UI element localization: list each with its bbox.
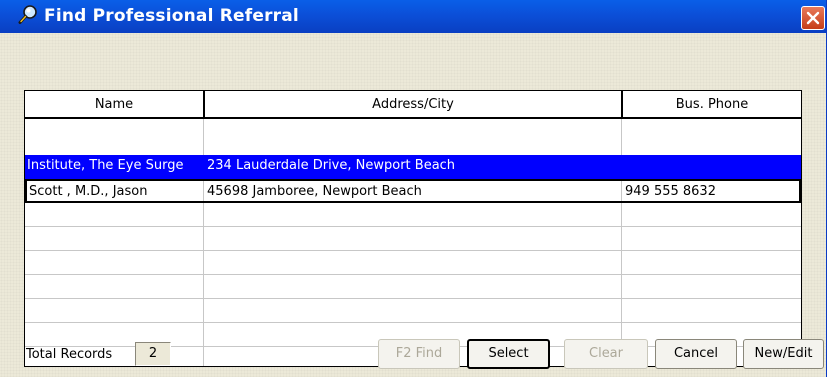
dialog-body: Name Address/City Bus. Phone Institute, … <box>0 33 826 377</box>
new-edit-button[interactable]: New/Edit <box>743 339 824 369</box>
column-header-phone[interactable]: Bus. Phone <box>623 91 801 117</box>
total-records-value: 2 <box>135 342 171 366</box>
clear-button[interactable]: Clear <box>564 339 648 369</box>
window-title: Find Professional Referral <box>44 6 299 26</box>
close-icon <box>806 11 820 25</box>
close-button[interactable] <box>801 6 825 30</box>
table-row-empty[interactable] <box>25 299 801 323</box>
cell-phone: 949 555 8632 <box>625 184 716 199</box>
select-button-label: Select <box>488 346 529 361</box>
search-magnifier-icon <box>18 4 40 26</box>
column-header-address[interactable]: Address/City <box>205 91 621 117</box>
table-row[interactable]: Scott , M.D., Jason 45698 Jamboree, Newp… <box>25 179 801 203</box>
find-referral-window: Find Professional Referral Name Address/… <box>0 0 827 377</box>
results-grid[interactable]: Name Address/City Bus. Phone Institute, … <box>24 90 802 367</box>
cancel-button[interactable]: Cancel <box>655 339 737 369</box>
column-header-name[interactable]: Name <box>25 91 203 117</box>
select-button[interactable]: Select <box>467 339 550 369</box>
cell-name: Institute, The Eye Surge <box>27 158 184 173</box>
cell-address: 234 Lauderdale Drive, Newport Beach <box>207 158 456 173</box>
table-row-empty[interactable] <box>25 275 801 299</box>
cell-address: 45698 Jamboree, Newport Beach <box>207 184 422 199</box>
total-records-label: Total Records <box>26 347 113 362</box>
cell-phone <box>623 155 801 179</box>
table-row-empty[interactable] <box>25 227 801 251</box>
title-bar[interactable]: Find Professional Referral <box>0 0 826 33</box>
table-row-empty[interactable] <box>25 251 801 275</box>
grid-header: Name Address/City Bus. Phone <box>25 91 801 119</box>
find-button[interactable]: F2 Find <box>378 339 460 369</box>
table-row-empty[interactable] <box>25 203 801 227</box>
cell-name: Scott , M.D., Jason <box>29 184 148 199</box>
table-row[interactable]: Institute, The Eye Surge 234 Lauderdale … <box>25 155 801 179</box>
